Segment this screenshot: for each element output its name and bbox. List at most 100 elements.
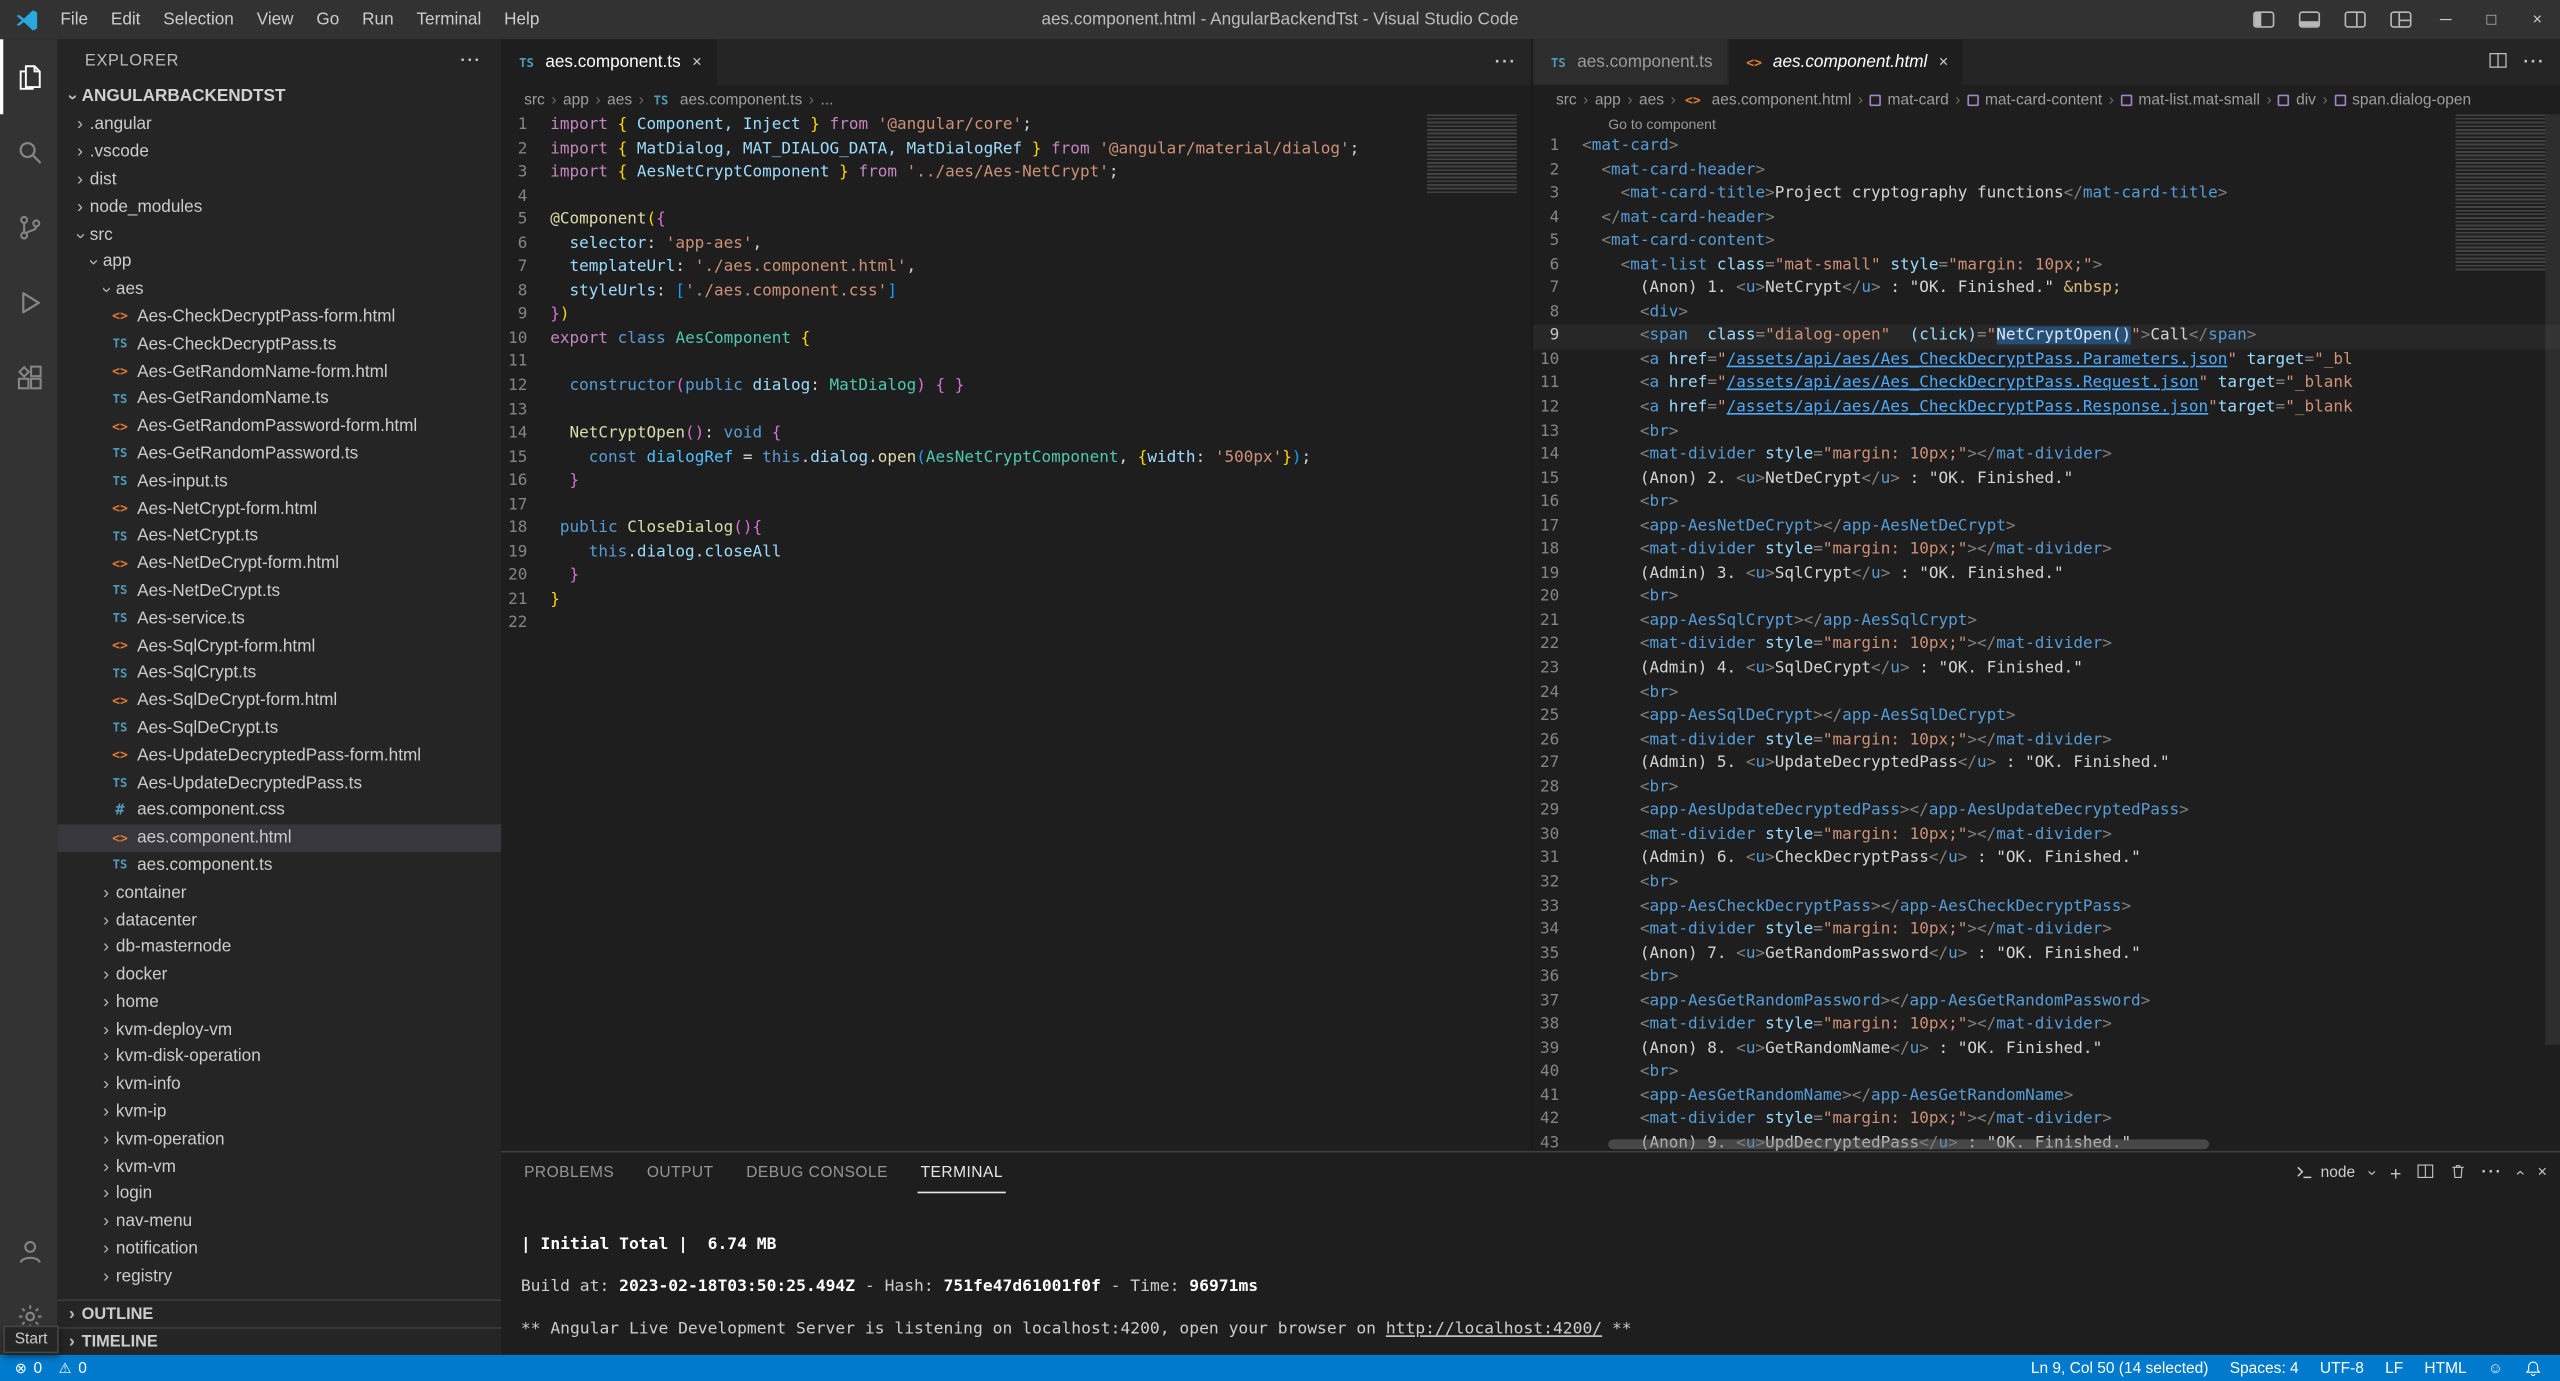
toggle-primary-sidebar-icon[interactable] [2240,0,2286,39]
code-line[interactable]: 22 [501,613,1531,637]
breadcrumb-item[interactable]: TSaes.component.ts [650,91,802,109]
status-eol[interactable]: LF [2385,1359,2403,1377]
toggle-secondary-sidebar-icon[interactable] [2331,0,2377,39]
status-encoding[interactable]: UTF-8 [2320,1359,2364,1377]
tree-item-aes.component.css[interactable]: #aes.component.css [57,796,501,823]
kill-terminal-icon[interactable] [2449,1161,2467,1184]
code-line[interactable]: 1import { Component, Inject } from '@ang… [501,114,1531,138]
code-line[interactable]: 14 NetCryptOpen(): void { [501,423,1531,447]
go-to-component-codelens[interactable]: Go to component [1533,114,2560,135]
code-line[interactable]: 12 <a href="/assets/api/aes/Aes_CheckDec… [1533,397,2560,421]
terminal-output[interactable]: | Initial Total | 6.74 MBBuild at: 2023-… [501,1193,2560,1340]
code-line[interactable]: 17 <app-AesNetDeCrypt></app-AesNetDeCryp… [1533,515,2560,539]
tree-item-app[interactable]: ›app [57,248,501,275]
tree-item-aes.component.html[interactable]: <>aes.component.html [57,824,501,851]
minimap[interactable] [2456,114,2546,271]
code-line[interactable]: 4 </mat-card-header> [1533,207,2560,231]
code-line[interactable]: 39 (Anon) 8. <u>GetRandomName</u> : "OK.… [1533,1038,2560,1062]
tree-item-Aes-UpdateDecryptedPass-form.html[interactable]: <>Aes-UpdateDecryptedPass-form.html [57,742,501,769]
code-line[interactable]: 28 <br> [1533,777,2560,801]
split-terminal-icon[interactable] [2416,1161,2434,1184]
tree-item-nav-menu[interactable]: ›nav-menu [57,1208,501,1235]
tree-item-Aes-SqlDeCrypt.ts[interactable]: TSAes-SqlDeCrypt.ts [57,714,501,741]
status-indentation[interactable]: Spaces: 4 [2230,1359,2299,1377]
tree-item-kvm-operation[interactable]: ›kvm-operation [57,1126,501,1153]
tree-item-Aes-GetRandomName-form.html[interactable]: <>Aes-GetRandomName-form.html [57,358,501,385]
tree-item-Aes-NetDeCrypt.ts[interactable]: TSAes-NetDeCrypt.ts [57,577,501,604]
search-icon[interactable] [0,114,57,189]
code-line[interactable]: 37 <app-AesGetRandomPassword></app-AesGe… [1533,990,2560,1014]
tree-item-kvm-vm[interactable]: ›kvm-vm [57,1153,501,1180]
code-line[interactable]: 2 <mat-card-header> [1533,159,2560,183]
code-line[interactable]: 41 <app-AesGetRandomName></app-AesGetRan… [1533,1085,2560,1109]
code-line[interactable]: 25 <app-AesSqlDeCrypt></app-AesSqlDeCryp… [1533,705,2560,729]
code-line[interactable]: 14 <mat-divider style="margin: 10px;"></… [1533,444,2560,468]
split-editor-icon[interactable] [2487,50,2507,74]
code-line[interactable]: 7 (Anon) 1. <u>NetCrypt</u> : "OK. Finis… [1533,278,2560,302]
tree-item-Aes-SqlCrypt.ts[interactable]: TSAes-SqlCrypt.ts [57,659,501,686]
code-line[interactable]: 11 [501,352,1531,376]
tree-item-docker[interactable]: ›docker [57,961,501,988]
menu-terminal[interactable]: Terminal [405,0,493,39]
breadcrumb-item[interactable]: src [1556,91,1577,109]
minimap[interactable] [1427,114,1517,194]
code-line[interactable]: 10export class AesComponent { [501,328,1531,352]
code-line[interactable]: 4 [501,186,1531,210]
maximize-panel-icon[interactable]: › [2511,1170,2529,1175]
tree-item-Aes-NetCrypt.ts[interactable]: TSAes-NetCrypt.ts [57,522,501,549]
tab-aes.component.ts[interactable]: TSaes.component.ts [1533,39,1729,85]
tree-item-Aes-GetRandomPassword.ts[interactable]: TSAes-GetRandomPassword.ts [57,440,501,467]
code-line[interactable]: 34 <mat-divider style="margin: 10px;"></… [1533,919,2560,943]
tree-item-aes.component.ts[interactable]: TSaes.component.ts [57,851,501,878]
code-line[interactable]: 38 <mat-divider style="margin: 10px;"></… [1533,1014,2560,1038]
code-line[interactable]: 5@Component({ [501,209,1531,233]
code-line[interactable]: 22 <mat-divider style="margin: 10px;"></… [1533,634,2560,658]
code-line[interactable]: 3 <mat-card-title>Project cryptography f… [1533,183,2560,207]
breadcrumb-item[interactable]: ... [821,91,834,109]
breadcrumb-item[interactable]: div [2278,91,2316,109]
customize-layout-icon[interactable] [2377,0,2423,39]
status-feedback[interactable]: ☺ [2488,1361,2503,1376]
tree-item-Aes-SqlCrypt-form.html[interactable]: <>Aes-SqlCrypt-form.html [57,632,501,659]
breadcrumb-item[interactable]: app [1595,91,1621,109]
tree-item-.vscode[interactable]: ›.vscode [57,138,501,165]
tree-item-aes[interactable]: ›aes [57,276,501,303]
panel-tab-problems[interactable]: PROBLEMS [521,1152,618,1193]
code-line[interactable]: 9 <span class="dialog-open" (click)="Net… [1533,325,2560,349]
code-line[interactable]: 15 const dialogRef = this.dialog.open(Ae… [501,447,1531,471]
code-line[interactable]: 16 <br> [1533,492,2560,516]
more-actions-icon[interactable]: ··· [1495,52,1517,72]
code-line[interactable]: 19 this.dialog.closeAll [501,542,1531,566]
tree-item-Aes-input.ts[interactable]: TSAes-input.ts [57,467,501,494]
code-line[interactable]: 17 [501,494,1531,518]
maximize-button[interactable]: □ [2469,0,2515,39]
code-line[interactable]: 18 <mat-divider style="margin: 10px;"></… [1533,539,2560,563]
menu-edit[interactable]: Edit [99,0,151,39]
code-line[interactable]: 9}) [501,304,1531,328]
bell-icon[interactable] [2524,1359,2542,1377]
error-count[interactable]: ⊗0 [15,1359,43,1377]
menu-help[interactable]: Help [493,0,551,39]
status-language-mode[interactable]: HTML [2424,1359,2466,1377]
tree-item-container[interactable]: ›container [57,879,501,906]
tree-item-Aes-NetDeCrypt-form.html[interactable]: <>Aes-NetDeCrypt-form.html [57,550,501,577]
horizontal-scrollbar[interactable] [1608,1139,2209,1149]
menu-view[interactable]: View [245,0,305,39]
code-line[interactable]: 23 (Admin) 4. <u>SqlDeCrypt</u> : "OK. F… [1533,658,2560,682]
close-panel-icon[interactable]: × [2537,1164,2547,1182]
code-line[interactable]: 20 <br> [1533,587,2560,611]
tab-aes.component.ts[interactable]: TSaes.component.ts× [501,39,718,85]
tree-item-login[interactable]: ›login [57,1180,501,1207]
code-line[interactable]: 30 <mat-divider style="margin: 10px;"></… [1533,824,2560,848]
code-line[interactable]: 35 (Anon) 7. <u>GetRandomPassword</u> : … [1533,943,2560,967]
code-line[interactable]: 20 } [501,565,1531,589]
menu-file[interactable]: File [49,0,99,39]
tree-item-Aes-CheckDecryptPass-form.html[interactable]: <>Aes-CheckDecryptPass-form.html [57,303,501,330]
code-line[interactable]: 6 <mat-list class="mat-small" style="mar… [1533,254,2560,278]
explorer-icon[interactable] [0,39,57,114]
code-line[interactable]: 33 <app-AesCheckDecryptPass></app-AesChe… [1533,895,2560,919]
code-line[interactable]: 21} [501,589,1531,613]
menu-go[interactable]: Go [305,0,351,39]
breadcrumb-item[interactable]: mat-card [1870,91,1949,109]
tree-item-Aes-SqlDeCrypt-form.html[interactable]: <>Aes-SqlDeCrypt-form.html [57,687,501,714]
